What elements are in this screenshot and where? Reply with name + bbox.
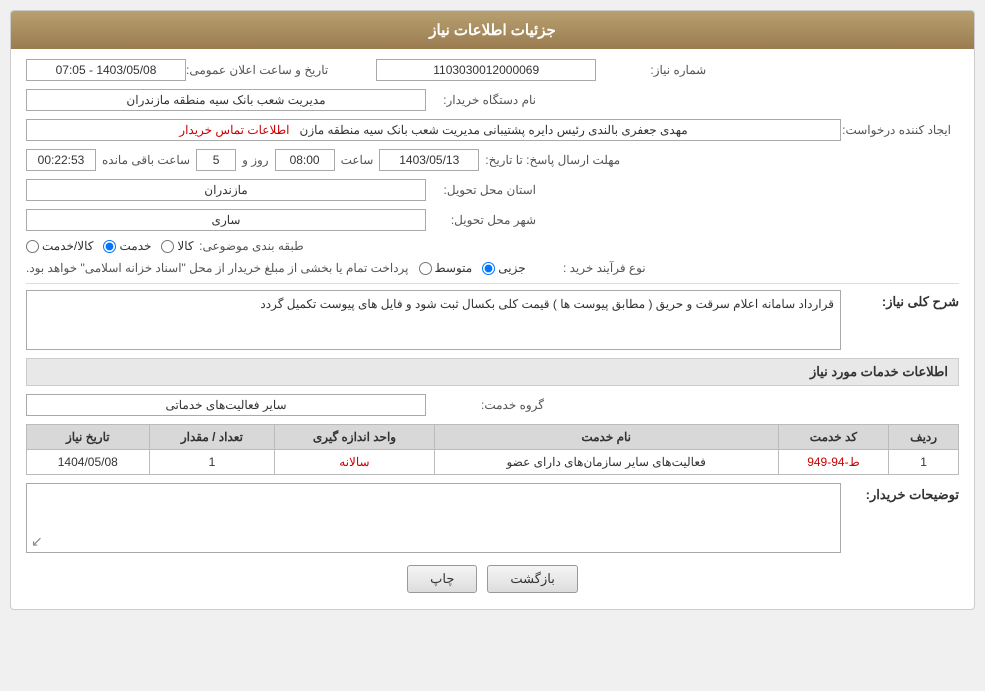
creator-row: ایجاد کننده درخواست: مهدی جعفری بالندی ر… xyxy=(26,119,959,141)
province-label: استان محل تحویل: xyxy=(426,183,536,197)
process-medium: متوسط xyxy=(419,261,473,275)
service-group-row: گروه خدمت: سایر فعالیت‌های خدماتی xyxy=(26,394,959,416)
contact-link[interactable]: اطلاعات تماس خریدار xyxy=(179,123,289,137)
radio-goods-input[interactable] xyxy=(161,240,174,253)
table-row: 1 ط-94-949 فعالیت‌های سایر سازمان‌های دا… xyxy=(27,450,959,475)
buttons-row: بازگشت چاپ xyxy=(26,565,959,593)
reply-date: 1403/05/13 xyxy=(379,149,479,171)
process-part-input[interactable] xyxy=(482,262,495,275)
category-radio-group: کالا/خدمت خدمت کالا xyxy=(26,239,194,253)
main-card: جزئیات اطلاعات نیاز شماره نیاز: 11030300… xyxy=(10,10,975,610)
announce-datetime-label: تاریخ و ساعت اعلان عمومی: xyxy=(186,63,328,77)
announce-datetime-value: 1403/05/08 - 07:05 xyxy=(26,59,186,81)
category-row: طبقه بندی موضوعی: کالا/خدمت خدمت کالا xyxy=(26,239,959,253)
buyer-org-value: مدیریت شعب بانک سیه منطقه مازندران xyxy=(26,89,426,111)
reply-deadline-row: مهلت ارسال پاسخ: تا تاریخ: 1403/05/13 سا… xyxy=(26,149,959,171)
services-table: ردیف کد خدمت نام خدمت واحد اندازه گیری ت… xyxy=(26,424,959,475)
services-info-header: اطلاعات خدمات مورد نیاز xyxy=(26,358,959,386)
remaining-label: ساعت باقی مانده xyxy=(102,153,190,167)
need-number-label: شماره نیاز: xyxy=(596,63,706,77)
card-body: شماره نیاز: 1103030012000069 تاریخ و ساع… xyxy=(11,49,974,609)
buyer-notes-row: توضیحات خریدار: xyxy=(26,483,959,553)
process-text: پرداخت تمام یا بخشی از مبلغ خریدار از مح… xyxy=(26,261,409,275)
process-part-label: جزیی xyxy=(498,261,525,275)
need-description-label: شرح کلی نیاز: xyxy=(849,290,959,310)
cell-qty: 1 xyxy=(149,450,275,475)
process-medium-input[interactable] xyxy=(419,262,432,275)
col-unit: واحد اندازه گیری xyxy=(275,425,434,450)
radio-service: خدمت xyxy=(103,239,151,253)
creator-label: ایجاد کننده درخواست: xyxy=(841,123,951,137)
col-date: تاریخ نیاز xyxy=(27,425,150,450)
back-button[interactable]: بازگشت xyxy=(487,565,577,593)
print-button[interactable]: چاپ xyxy=(407,565,477,593)
city-row: شهر محل تحویل: ساری xyxy=(26,209,959,231)
city-label: شهر محل تحویل: xyxy=(426,213,536,227)
col-qty: تعداد / مقدار xyxy=(149,425,275,450)
radio-service-input[interactable] xyxy=(103,240,116,253)
col-name: نام خدمت xyxy=(434,425,778,450)
service-group-value: سایر فعالیت‌های خدماتی xyxy=(26,394,426,416)
radio-goods-service: کالا/خدمت xyxy=(26,239,93,253)
radio-goods-service-input[interactable] xyxy=(26,240,39,253)
process-part: جزیی xyxy=(482,261,525,275)
category-label: طبقه بندی موضوعی: xyxy=(194,239,304,253)
creator-value: مهدی جعفری بالندی رئیس دایره پشتیبانی مد… xyxy=(26,119,841,141)
reply-deadline-label: مهلت ارسال پاسخ: تا تاریخ: xyxy=(485,153,620,167)
table-header-row: ردیف کد خدمت نام خدمت واحد اندازه گیری ت… xyxy=(27,425,959,450)
remaining-time: 00:22:53 xyxy=(26,149,96,171)
divider-1 xyxy=(26,283,959,284)
service-group-label: گروه خدمت: xyxy=(434,398,544,412)
city-value: ساری xyxy=(26,209,426,231)
cell-row: 1 xyxy=(889,450,959,475)
cell-name: فعالیت‌های سایر سازمان‌های دارای عضو xyxy=(434,450,778,475)
need-description-section: شرح کلی نیاز: قرارداد سامانه اعلام سرقت … xyxy=(26,290,959,350)
radio-service-label: خدمت xyxy=(119,239,151,253)
need-description-value: قرارداد سامانه اعلام سرقت و حریق ( مطابق… xyxy=(26,290,841,350)
cell-code: ط-94-949 xyxy=(778,450,888,475)
process-radio-group: متوسط جزیی xyxy=(419,261,526,275)
reply-time-label: ساعت xyxy=(341,153,374,167)
need-number-row: شماره نیاز: 1103030012000069 تاریخ و ساع… xyxy=(26,59,959,81)
process-label: نوع فرآیند خرید : xyxy=(536,261,646,275)
cell-unit: سالانه xyxy=(275,450,434,475)
buyer-org-row: نام دستگاه خریدار: مدیریت شعب بانک سیه م… xyxy=(26,89,959,111)
buyer-org-label: نام دستگاه خریدار: xyxy=(426,93,536,107)
radio-goods-service-label: کالا/خدمت xyxy=(42,239,93,253)
services-table-section: ردیف کد خدمت نام خدمت واحد اندازه گیری ت… xyxy=(26,424,959,475)
page-title: جزئیات اطلاعات نیاز xyxy=(429,22,556,39)
radio-goods-label: کالا xyxy=(177,239,193,253)
province-row: استان محل تحویل: مازندران xyxy=(26,179,959,201)
buyer-notes-label: توضیحات خریدار: xyxy=(849,483,959,503)
card-header: جزئیات اطلاعات نیاز xyxy=(11,11,974,49)
reply-days: 5 xyxy=(196,149,236,171)
page-container: جزئیات اطلاعات نیاز شماره نیاز: 11030300… xyxy=(0,0,985,691)
need-number-value: 1103030012000069 xyxy=(376,59,596,81)
buyer-notes-box xyxy=(26,483,841,553)
process-medium-label: متوسط xyxy=(435,261,473,275)
reply-days-label: روز و xyxy=(242,153,269,167)
radio-goods: کالا xyxy=(161,239,193,253)
reply-time: 08:00 xyxy=(275,149,335,171)
cell-date: 1404/05/08 xyxy=(27,450,150,475)
table-head: ردیف کد خدمت نام خدمت واحد اندازه گیری ت… xyxy=(27,425,959,450)
table-body: 1 ط-94-949 فعالیت‌های سایر سازمان‌های دا… xyxy=(27,450,959,475)
process-row: نوع فرآیند خرید : متوسط جزیی پرداخت تمام… xyxy=(26,261,959,275)
col-row: ردیف xyxy=(889,425,959,450)
col-code: کد خدمت xyxy=(778,425,888,450)
province-value: مازندران xyxy=(26,179,426,201)
